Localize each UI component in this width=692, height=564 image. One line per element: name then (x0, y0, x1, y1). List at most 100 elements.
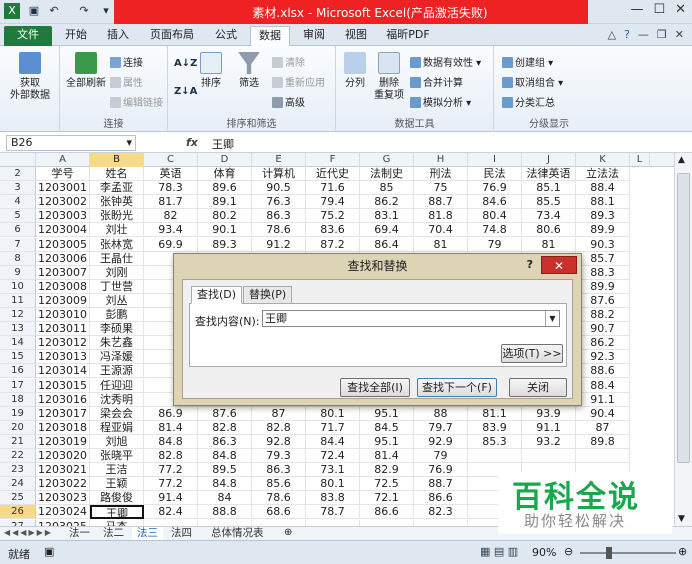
ungroup-button[interactable]: 取消组合 ▾ (502, 74, 563, 89)
grid-cell[interactable]: 86.3 (198, 434, 252, 449)
sort-button[interactable]: 排序 (196, 52, 226, 90)
vertical-scrollbar[interactable]: ▲ ▼ (674, 153, 692, 526)
column-header[interactable]: I (468, 153, 522, 167)
grid-cell[interactable]: 1203018 (36, 420, 90, 435)
sheet-tab-4[interactable]: 法四 (166, 527, 197, 541)
column-header[interactable]: C (144, 153, 198, 167)
close-button[interactable]: 关闭 (509, 378, 567, 397)
zoom-level[interactable]: 90% (532, 546, 556, 559)
tab-data[interactable]: 数据 (250, 26, 290, 46)
grid-cell[interactable]: 79.3 (252, 449, 306, 464)
ribbon-collapse-icon[interactable]: △ (608, 28, 616, 41)
grid-cell[interactable]: 79.7 (414, 420, 468, 435)
grid-cell[interactable]: 87 (576, 420, 630, 435)
sheet-tab-2[interactable]: 法二 (98, 527, 129, 541)
grid-cell[interactable]: 86.6 (360, 505, 414, 520)
properties-button[interactable]: 属性 (110, 74, 143, 89)
column-header[interactable]: H (414, 153, 468, 167)
tab-page-layout[interactable]: 页面布局 (142, 26, 202, 46)
grid-cell[interactable]: 89.6 (198, 181, 252, 196)
grid-cell[interactable]: 81.4 (360, 449, 414, 464)
row-header[interactable]: 3 (0, 181, 36, 196)
close-icon[interactable]: ✕ (675, 2, 686, 17)
row-header[interactable]: 19 (0, 406, 36, 421)
grid-cell[interactable]: 程亚娟 (90, 420, 144, 435)
grid-cell[interactable]: 77.2 (144, 463, 198, 478)
grid-cell[interactable]: 76.3 (252, 195, 306, 210)
grid-cell[interactable]: 88.1 (576, 195, 630, 210)
grid-cell[interactable]: 王颖 (90, 477, 144, 492)
grid-cell[interactable]: 92.9 (414, 434, 468, 449)
grid-cell[interactable]: 1203015 (36, 378, 90, 393)
grid-cell[interactable]: 王晶仕 (90, 251, 144, 266)
connections-button[interactable]: 连接 (110, 54, 143, 69)
grid-cell[interactable]: 法制史 (360, 167, 414, 182)
grid-cell[interactable]: 72.5 (360, 477, 414, 492)
grid-cell[interactable]: 80.4 (468, 209, 522, 224)
column-header[interactable]: G (360, 153, 414, 167)
grid-cell[interactable]: 81.7 (144, 195, 198, 210)
grid-cell[interactable]: 78.7 (306, 505, 360, 520)
grid-cell[interactable]: 84.8 (198, 477, 252, 492)
grid-cell[interactable]: 91.1 (576, 392, 630, 407)
grid-cell[interactable]: 80.2 (198, 209, 252, 224)
grid-cell[interactable]: 1203021 (36, 463, 90, 478)
grid-cell[interactable]: 78.6 (252, 491, 306, 506)
view-buttons[interactable]: ▦ ▤ ▥ (480, 545, 518, 558)
sort-az-icon[interactable]: A↓Z (174, 58, 197, 69)
grid-cell[interactable]: 72.4 (306, 449, 360, 464)
grid-cell[interactable]: 学号 (36, 167, 90, 182)
grid-cell[interactable]: 88.2 (576, 308, 630, 323)
grid-cell[interactable] (576, 449, 630, 464)
grid-cell[interactable]: 梁会会 (90, 406, 144, 421)
row-header[interactable]: 22 (0, 449, 36, 464)
grid-cell[interactable]: 90.1 (198, 223, 252, 238)
grid-cell[interactable]: 86.3 (252, 463, 306, 478)
grid-cell[interactable]: 81 (522, 237, 576, 252)
grid-cell[interactable]: 79 (414, 449, 468, 464)
row-header[interactable]: 6 (0, 223, 36, 238)
grid-cell[interactable]: 82 (144, 209, 198, 224)
grid-cell[interactable]: 姓名 (90, 167, 144, 182)
group-button[interactable]: 创建组 ▾ (502, 54, 553, 69)
grid-cell[interactable]: 69.9 (144, 237, 198, 252)
column-header[interactable]: B (90, 153, 144, 167)
grid-cell[interactable]: 74.8 (468, 223, 522, 238)
grid-cell[interactable]: 1203003 (36, 209, 90, 224)
scroll-down-icon[interactable]: ▼ (678, 514, 685, 524)
grid-cell[interactable]: 76.9 (414, 463, 468, 478)
grid-cell[interactable]: 77.2 (144, 477, 198, 492)
grid-cell[interactable]: 87 (252, 406, 306, 421)
grid-cell[interactable]: 张林宽 (90, 237, 144, 252)
grid-cell[interactable]: 95.1 (360, 406, 414, 421)
grid-cell[interactable]: 1203011 (36, 322, 90, 337)
row-header[interactable]: 2 (0, 167, 36, 182)
tab-insert[interactable]: 插入 (100, 26, 136, 46)
grid-cell[interactable]: 81 (414, 237, 468, 252)
data-validation-button[interactable]: 数据有效性 ▾ (410, 54, 481, 69)
formula-input[interactable]: 王卿 (212, 136, 234, 152)
grid-cell[interactable]: 1203001 (36, 181, 90, 196)
grid-cell[interactable]: 85.7 (576, 251, 630, 266)
grid-cell[interactable]: 1203004 (36, 223, 90, 238)
row-header[interactable]: 12 (0, 308, 36, 323)
grid-cell[interactable]: 85 (360, 181, 414, 196)
grid-cell[interactable]: 英语 (144, 167, 198, 182)
grid-cell[interactable]: 89.5 (198, 463, 252, 478)
grid-cell[interactable]: 1203020 (36, 449, 90, 464)
grid-cell[interactable]: 93.4 (144, 223, 198, 238)
grid-cell[interactable]: 79.4 (306, 195, 360, 210)
grid-cell[interactable]: 72.1 (360, 491, 414, 506)
grid-cell[interactable]: 90.3 (576, 237, 630, 252)
filter-button[interactable]: 筛选 (234, 52, 264, 90)
grid-cell[interactable]: 刘刚 (90, 265, 144, 280)
grid-cell[interactable]: 88.7 (414, 195, 468, 210)
row-header[interactable]: 21 (0, 434, 36, 449)
row-header[interactable]: 16 (0, 364, 36, 379)
grid-cell[interactable]: 王源源 (90, 364, 144, 379)
row-header[interactable]: 5 (0, 209, 36, 224)
grid-cell[interactable]: 彭鹏 (90, 308, 144, 323)
grid-cell[interactable]: 76.9 (468, 181, 522, 196)
grid-cell[interactable]: 71.6 (306, 181, 360, 196)
column-header[interactable]: E (252, 153, 306, 167)
